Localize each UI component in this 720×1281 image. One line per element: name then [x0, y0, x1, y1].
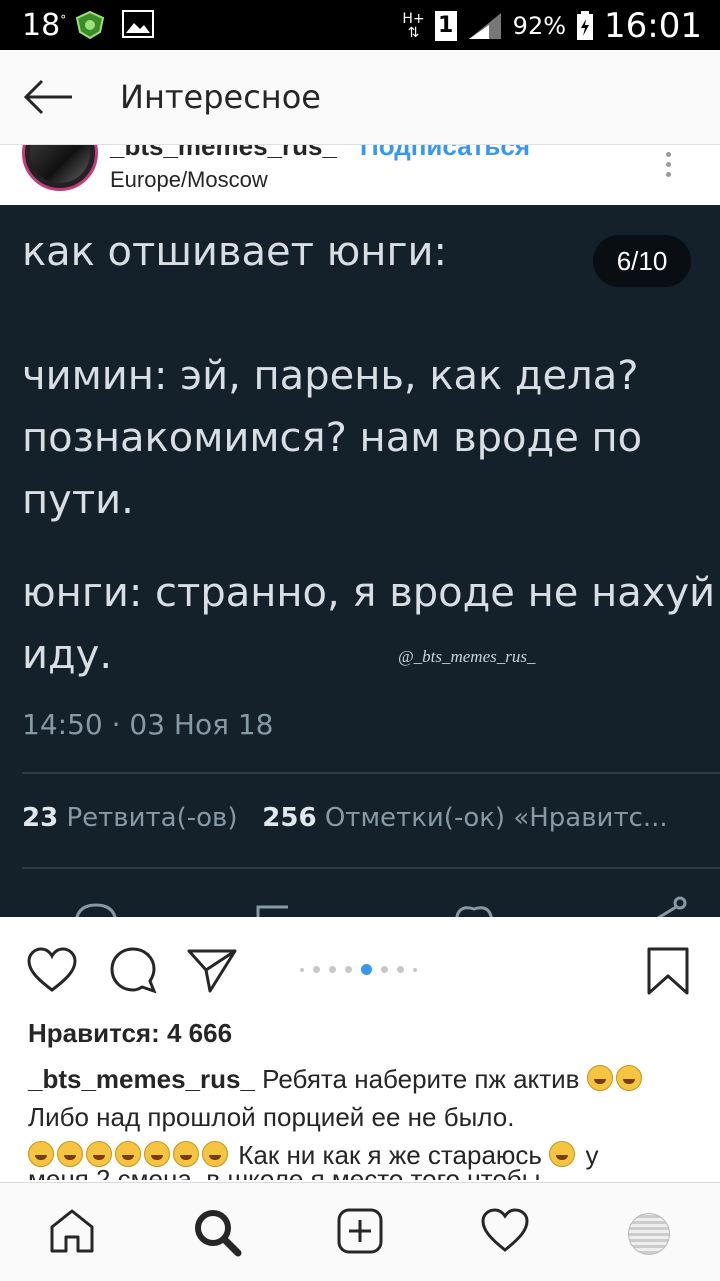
like-heart-icon[interactable]	[26, 946, 78, 994]
tweet-stats: 23 Ретвита(-ов) 256 Отметки(-ок) «Нравит…	[22, 803, 668, 833]
watermark: @_bts_memes_rus_	[398, 647, 536, 666]
carousel-dots	[300, 964, 417, 975]
new-post-icon[interactable]	[336, 1207, 384, 1255]
shield-app-icon	[75, 10, 105, 40]
tweet-line-5: юнги: странно, я вроде не нахуй	[22, 570, 716, 616]
carousel-counter: 6/10	[593, 235, 691, 287]
profile-avatar[interactable]	[628, 1213, 670, 1255]
image-notification-icon	[122, 10, 154, 38]
temperature: 18°	[22, 8, 67, 43]
home-icon[interactable]	[48, 1207, 96, 1255]
post-actions	[0, 930, 720, 1010]
network-type: H+ ⇅	[402, 11, 425, 41]
clock: 16:01	[604, 6, 702, 46]
post-username[interactable]: _bts_memes_rus_	[110, 145, 337, 162]
search-icon[interactable]	[192, 1207, 242, 1257]
caption-line-1: _bts_memes_rus_ Ребята наберите пж актив	[28, 1060, 698, 1098]
activity-heart-icon[interactable]	[480, 1207, 530, 1253]
battery-icon	[577, 11, 594, 40]
caption-username[interactable]: _bts_memes_rus_	[28, 1064, 255, 1094]
divider	[22, 772, 720, 774]
tweet-paragraph-2: чимин: эй, парень, как дела? познакомимс…	[22, 345, 642, 531]
battery-percent: 92%	[512, 12, 567, 40]
tweet-line-3: познакомимся? нам вроде по	[22, 415, 643, 461]
page-title: Интересное	[120, 78, 321, 116]
tweet-timestamp: 14:50 · 03 Ноя 18	[22, 708, 274, 741]
caption-overflow: меня 2 смена, в школе я место того чтобы	[0, 1150, 720, 1180]
tweet-line-1: как отшивает юнги:	[22, 229, 447, 275]
tweet-action-icons	[75, 896, 687, 917]
tweet-line-4: пути.	[22, 477, 134, 523]
save-bookmark-icon[interactable]	[646, 946, 690, 996]
tweet-paragraph-3: юнги: странно, я вроде не нахуй иду.	[22, 562, 715, 686]
top-header: Интересное	[0, 50, 720, 145]
sim-icon: 1	[434, 11, 457, 41]
likes-count[interactable]: Нравится: 4 666	[28, 1018, 232, 1049]
comment-icon[interactable]	[108, 946, 158, 994]
signal-icon	[468, 13, 501, 39]
avatar[interactable]	[22, 145, 98, 191]
share-send-icon[interactable]	[186, 946, 238, 994]
more-options-icon[interactable]	[666, 147, 676, 182]
post-location[interactable]: Europe/Moscow	[110, 167, 268, 193]
caption-line-2: Либо над прошлой порцией ее не было.	[28, 1102, 515, 1132]
follow-button[interactable]: Подписаться	[360, 145, 530, 162]
crying-laughing-emoji-icon	[586, 1065, 613, 1091]
crying-laughing-emoji-icon	[615, 1065, 642, 1091]
bottom-navigation	[0, 1182, 720, 1281]
divider	[22, 867, 720, 869]
caption-line-4: меня 2 смена, в школе я место того чтобы	[28, 1164, 541, 1180]
tweet-line-2: чимин: эй, парень, как дела?	[22, 353, 639, 399]
post-image[interactable]: как отшивает юнги: чимин: эй, парень, ка…	[0, 205, 720, 917]
tweet-line-6: иду.	[22, 632, 113, 678]
back-arrow-icon[interactable]	[22, 78, 74, 116]
caption-text: Ребята наберите пж актив	[262, 1064, 580, 1094]
post-header: _bts_memes_rus_ Подписаться Europe/Mosco…	[0, 145, 720, 205]
status-bar: 18° H+ ⇅ 1 92% 16:01	[0, 0, 720, 50]
